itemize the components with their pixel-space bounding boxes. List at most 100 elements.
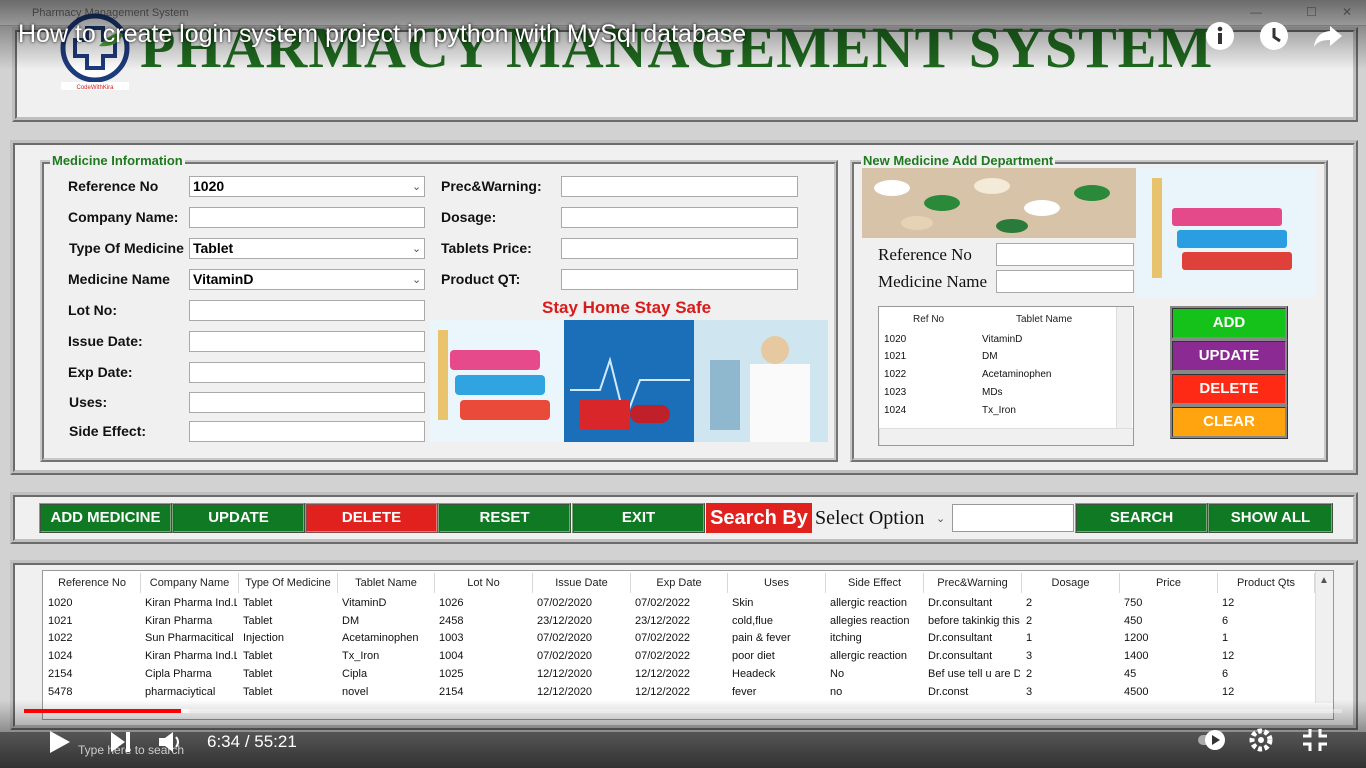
table-column-header[interactable]: Prec&Warning (924, 573, 1022, 593)
list-item[interactable]: 1024 (884, 405, 906, 416)
minimize-icon[interactable]: — (1250, 5, 1262, 19)
table-column-header[interactable]: Company Name (141, 573, 239, 593)
table-cell[interactable]: novel (342, 686, 433, 698)
share-icon[interactable] (1312, 20, 1344, 52)
medicine-name-combo[interactable]: VitaminD (189, 269, 425, 290)
table-cell[interactable]: allergic reaction (830, 650, 922, 662)
update-button[interactable]: UPDATE (1170, 339, 1288, 373)
table-cell[interactable]: 23/12/2020 (537, 615, 629, 627)
table-cell[interactable]: VitaminD (342, 597, 433, 609)
table-cell[interactable]: 23/12/2022 (635, 615, 726, 627)
progress-played[interactable] (24, 709, 181, 713)
side-effect-input[interactable] (189, 421, 425, 442)
table-column-header[interactable]: Exp Date (631, 573, 728, 593)
list-item[interactable]: Acetaminophen (982, 369, 1052, 380)
reset-button[interactable]: RESET (438, 503, 571, 533)
chevron-down-icon[interactable]: ⌄ (412, 180, 421, 193)
settings-gear-icon[interactable] (1246, 726, 1276, 754)
video-title[interactable]: How to create login system project in py… (18, 20, 746, 49)
table-cell[interactable]: 5478 (48, 686, 139, 698)
table-cell[interactable]: 1200 (1124, 632, 1216, 644)
table-cell[interactable]: Tx_Iron (342, 650, 433, 662)
company-name-input[interactable] (189, 207, 425, 228)
list-item[interactable]: 1021 (884, 351, 906, 362)
new-medicine-name-input[interactable] (996, 270, 1134, 293)
uses-input[interactable] (189, 392, 425, 413)
table-cell[interactable]: 1026 (439, 597, 531, 609)
table-cell[interactable]: 12 (1222, 686, 1313, 698)
table-column-header[interactable]: Reference No (44, 573, 141, 593)
table-cell[interactable]: 2 (1026, 668, 1118, 680)
table-cell[interactable]: fever (732, 686, 824, 698)
table-cell[interactable]: Tablet (243, 615, 336, 627)
list-item[interactable]: 1020 (884, 334, 906, 345)
table-cell[interactable]: 6 (1222, 615, 1313, 627)
table-cell[interactable]: cold,flue (732, 615, 824, 627)
reference-no-combo[interactable]: 1020 (189, 176, 425, 197)
table-cell[interactable]: 450 (1124, 615, 1216, 627)
table-cell[interactable]: 4500 (1124, 686, 1216, 698)
table-cell[interactable]: pharmaciytical (145, 686, 237, 698)
chevron-down-icon[interactable]: ⌄ (936, 512, 945, 525)
table-cell[interactable]: pain & fever (732, 632, 824, 644)
table-cell[interactable]: Injection (243, 632, 336, 644)
delete-medicine-button[interactable]: DELETE (305, 503, 438, 533)
table-cell[interactable]: Tablet (243, 597, 336, 609)
table-cell[interactable]: 45 (1124, 668, 1216, 680)
table-cell[interactable]: Sun Pharmacitical I (145, 632, 237, 644)
table-column-header[interactable]: Issue Date (533, 573, 631, 593)
exit-button[interactable]: EXIT (572, 503, 705, 533)
list-item[interactable]: DM (982, 351, 998, 362)
table-cell[interactable]: 12/12/2022 (635, 668, 726, 680)
fullscreen-exit-icon[interactable] (1300, 726, 1330, 754)
show-all-button[interactable]: SHOW ALL (1208, 503, 1333, 533)
table-column-header[interactable]: Lot No (435, 573, 533, 593)
table-cell[interactable]: 1 (1222, 632, 1313, 644)
table-cell[interactable]: 07/02/2020 (537, 650, 629, 662)
list-header-tablet[interactable]: Tablet Name (1016, 314, 1072, 325)
new-reference-no-input[interactable] (996, 243, 1134, 266)
search-option-select[interactable]: Select Option (813, 504, 949, 532)
table-cell[interactable]: itching (830, 632, 922, 644)
list-vertical-scrollbar[interactable] (1116, 307, 1132, 429)
chevron-down-icon[interactable]: ⌄ (412, 273, 421, 286)
list-item[interactable]: 1023 (884, 387, 906, 398)
table-cell[interactable]: Tablet (243, 686, 336, 698)
product-qt-input[interactable] (561, 269, 798, 290)
table-cell[interactable]: Acetaminophen (342, 632, 433, 644)
table-cell[interactable]: Dr.consultant (928, 650, 1020, 662)
scroll-up-icon[interactable]: ▲ (1319, 575, 1329, 586)
table-cell[interactable]: 07/02/2020 (537, 597, 629, 609)
tablets-price-input[interactable] (561, 238, 798, 259)
table-column-header[interactable]: Product Qts (1218, 573, 1315, 593)
list-item[interactable]: VitaminD (982, 334, 1022, 345)
lot-no-input[interactable] (189, 300, 425, 321)
volume-icon[interactable] (156, 728, 186, 756)
table-cell[interactable]: 3 (1026, 650, 1118, 662)
search-input[interactable] (952, 504, 1074, 532)
table-cell[interactable]: 07/02/2022 (635, 632, 726, 644)
autoplay-toggle-icon[interactable] (1198, 726, 1228, 754)
delete-button[interactable]: DELETE (1170, 372, 1288, 406)
table-cell[interactable]: Tablet (243, 668, 336, 680)
table-cell[interactable]: 12 (1222, 650, 1313, 662)
table-cell[interactable]: 750 (1124, 597, 1216, 609)
add-medicine-button[interactable]: ADD MEDICINE (39, 503, 172, 533)
table-cell[interactable]: 07/02/2022 (635, 650, 726, 662)
table-cell[interactable]: 1025 (439, 668, 531, 680)
table-cell[interactable]: poor diet (732, 650, 824, 662)
table-cell[interactable]: allergic reaction (830, 597, 922, 609)
table-cell[interactable]: 07/02/2020 (537, 632, 629, 644)
table-cell[interactable]: 12/12/2020 (537, 668, 629, 680)
issue-date-input[interactable] (189, 331, 425, 352)
next-icon[interactable] (106, 728, 136, 756)
table-cell[interactable]: Skin (732, 597, 824, 609)
table-cell[interactable]: 2 (1026, 615, 1118, 627)
table-cell[interactable]: 12 (1222, 597, 1313, 609)
table-cell[interactable]: allegies reaction (830, 615, 922, 627)
list-header-ref[interactable]: Ref No (913, 314, 944, 325)
list-item[interactable]: MDs (982, 387, 1003, 398)
progress-track[interactable] (24, 709, 1342, 713)
table-cell[interactable]: Tablet (243, 650, 336, 662)
list-item[interactable]: Tx_Iron (982, 405, 1016, 416)
